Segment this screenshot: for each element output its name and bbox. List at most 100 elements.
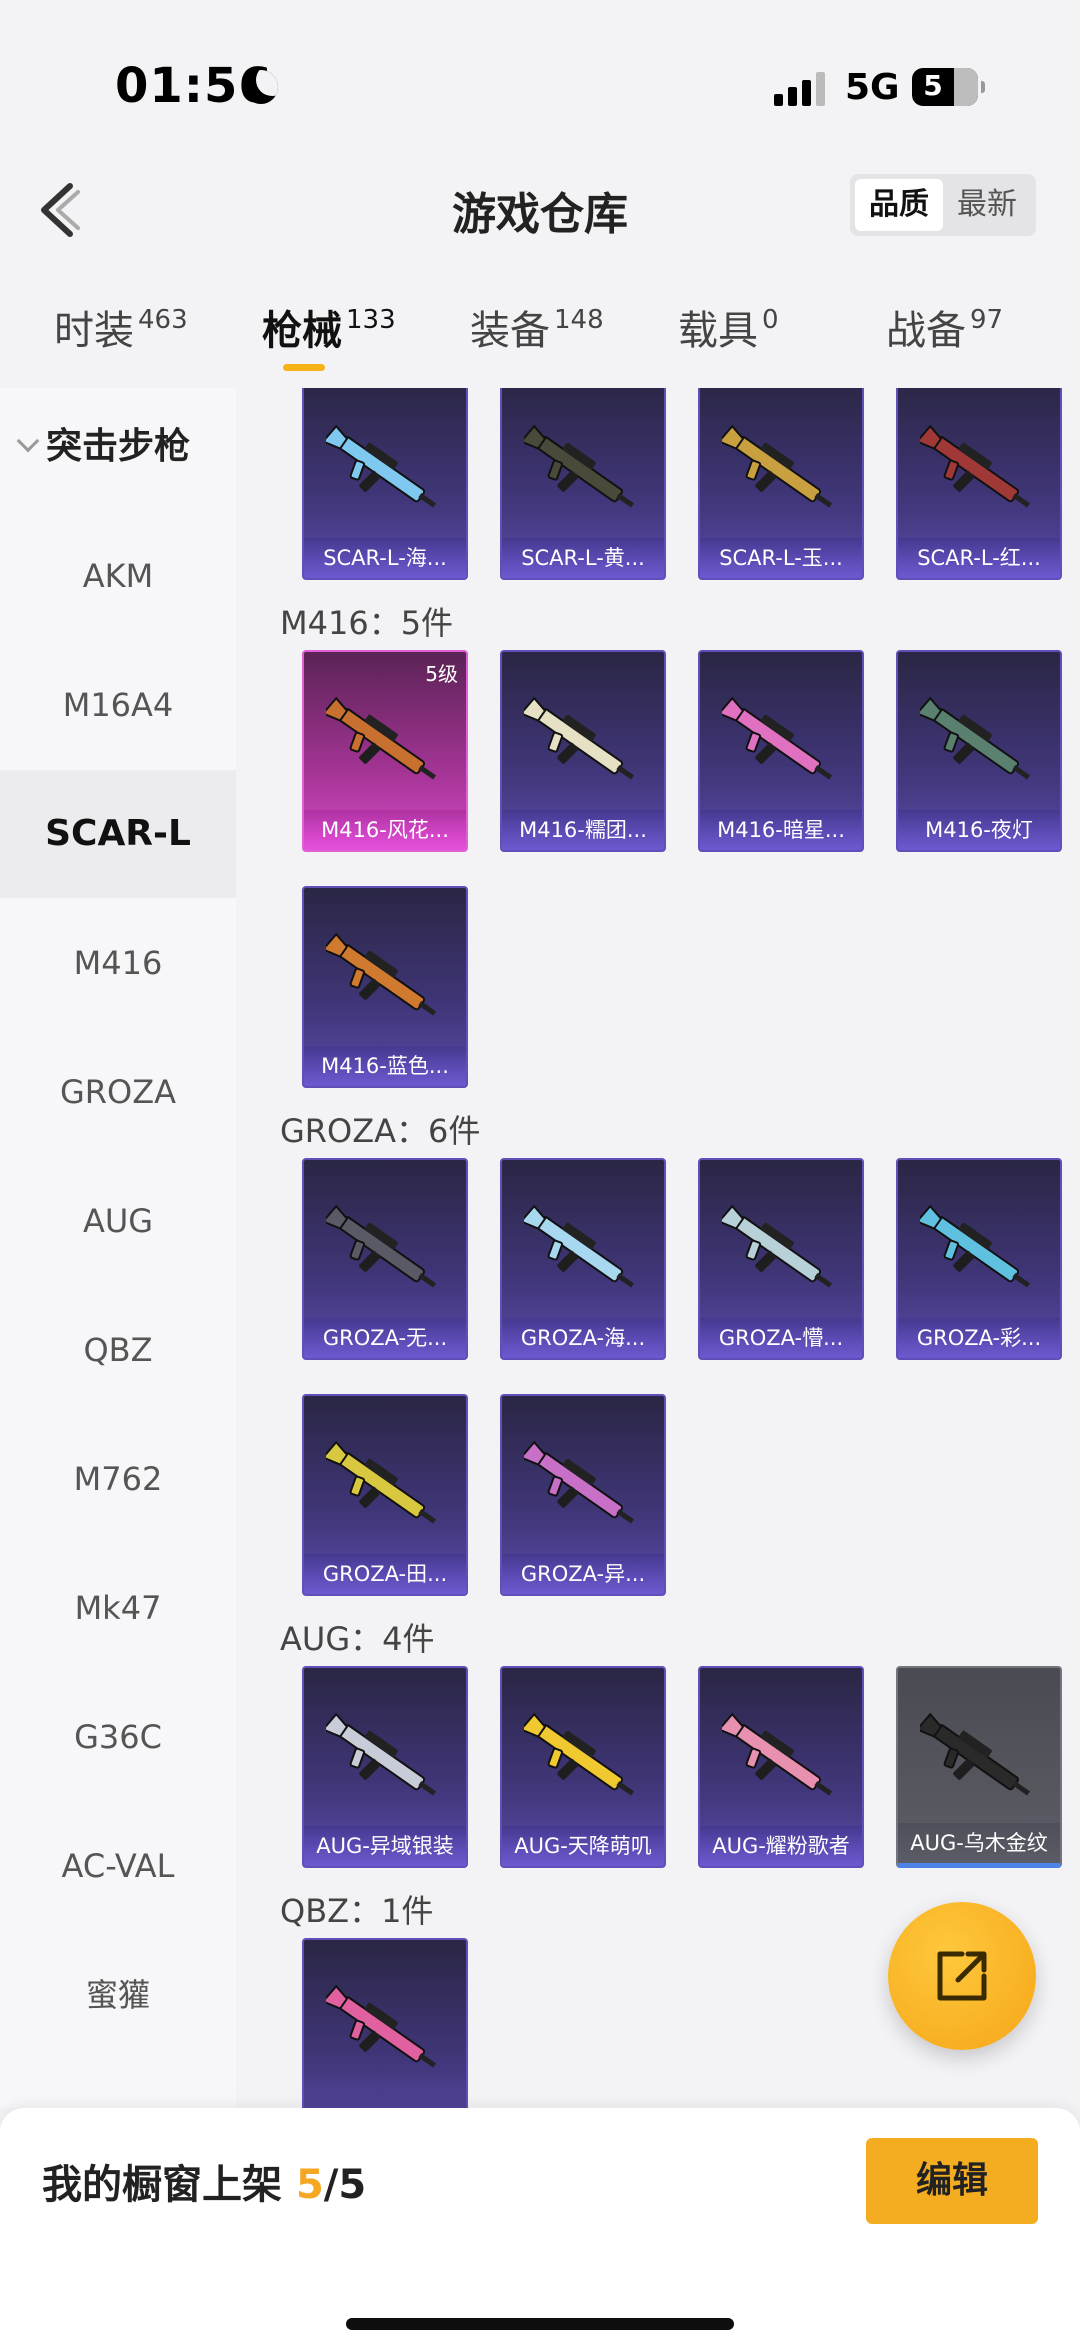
sidebar: 突击步枪 AKM M16A4 SCAR-L M416 GROZA AUG QBZ M762 Mk… [0, 388, 236, 2108]
share-icon [937, 1951, 987, 2001]
tab-label: 装备 [470, 308, 550, 354]
card-name: AUG-乌木金纹 [898, 1823, 1060, 1863]
card-name: GROZA-异... [502, 1554, 664, 1594]
weapon-card[interactable]: AUG-耀粉歌者 [698, 1666, 864, 1868]
sidebar-group-label: 突击步枪 [45, 426, 190, 467]
weapon-card[interactable]: SCAR-L-海... [302, 388, 468, 580]
card-name: AUG-耀粉歌者 [700, 1826, 862, 1866]
rifle-icon [722, 1712, 832, 1796]
showcase-total: /5 [323, 2162, 367, 2208]
weapon-card[interactable]: SCAR-L-黄... [500, 388, 666, 580]
weapon-card[interactable]: 5级 M416-风花... [302, 650, 468, 852]
weapon-card[interactable]: M416-蓝色... [302, 886, 468, 1088]
edit-button[interactable]: 编辑 [866, 2138, 1038, 2224]
sidebar-item[interactable]: Mk47 [0, 1544, 236, 1672]
weapon-card[interactable]: GROZA-异... [500, 1394, 666, 1596]
tab-count: 463 [138, 305, 188, 335]
weapon-card[interactable]: GROZA-田... [302, 1394, 468, 1596]
rifle-icon [326, 932, 436, 1016]
card-name: SCAR-L-红... [898, 538, 1060, 578]
weapon-card[interactable]: SCAR-L-玉... [698, 388, 864, 580]
rifle-icon [920, 424, 1030, 508]
weapon-card[interactable]: M416-糯团... [500, 650, 666, 852]
sidebar-item[interactable]: AKM [0, 512, 236, 640]
tab-label: 载具 [678, 308, 758, 354]
card-name: M416-暗星... [700, 810, 862, 850]
showcase-status: 我的橱窗上架 5/5 [42, 2152, 366, 2210]
tab-supplies[interactable]: 战备 97 [886, 298, 1003, 356]
sidebar-item[interactable]: 蜜獾 [0, 1931, 236, 2059]
card-name: GROZA-彩... [898, 1318, 1060, 1358]
home-indicator [346, 2318, 734, 2330]
sidebar-item[interactable]: M762 [0, 1415, 236, 1543]
weapon-card[interactable]: GROZA-无... [302, 1158, 468, 1360]
card-name: SCAR-L-玉... [700, 538, 862, 578]
sidebar-item[interactable]: QBZ [0, 1286, 236, 1414]
sidebar-item[interactable]: AUG [0, 1157, 236, 1285]
card-name: GROZA-无... [304, 1318, 466, 1358]
sort-option-newest[interactable]: 最新 [943, 179, 1031, 231]
weapon-grid: SCAR-L-海... SCAR-L-黄... SCAR-L-玉... SCAR-L-… [236, 388, 1080, 2108]
weapon-card[interactable]: M416-暗星... [698, 650, 864, 852]
card-name: SCAR-L-黄... [502, 538, 664, 578]
share-button[interactable] [888, 1902, 1036, 2050]
tab-count: 133 [346, 305, 396, 335]
weapon-card[interactable]: GROZA-彩... [896, 1158, 1062, 1360]
rifle-icon [920, 1712, 1030, 1796]
rifle-icon [326, 1204, 436, 1288]
tab-vehicles[interactable]: 载具 0 [678, 298, 779, 356]
tab-equipment[interactable]: 装备 148 [470, 298, 604, 356]
rifle-icon [326, 696, 436, 780]
bottom-bar: 我的橱窗上架 5/5 编辑 [0, 2108, 1080, 2348]
card-name: GROZA-田... [304, 1554, 466, 1594]
moon-icon [244, 70, 278, 104]
section-label: M416：5件 [280, 604, 454, 642]
tab-label: 枪械 [262, 308, 342, 354]
tab-firearms[interactable]: 枪械 133 [262, 298, 396, 356]
sort-option-quality[interactable]: 品质 [855, 179, 943, 231]
rifle-icon [326, 1440, 436, 1524]
rifle-icon [326, 424, 436, 508]
card-name: M416-蓝色... [304, 1046, 466, 1086]
card-name: SCAR-L-海... [304, 538, 466, 578]
rifle-icon [722, 696, 832, 780]
weapon-card[interactable]: AUG-天降萌叽 [500, 1666, 666, 1868]
tab-label: 时装 [54, 308, 134, 354]
weapon-card[interactable]: AUG-乌木金纹 [896, 1666, 1062, 1868]
chevron-down-icon [16, 429, 40, 453]
section-label: QBZ：1件 [280, 1892, 434, 1930]
weapon-card[interactable]: M416-夜灯 [896, 650, 1062, 852]
tab-label: 战备 [886, 308, 966, 354]
card-level-badge: 5级 [425, 662, 458, 686]
signal-icon [774, 72, 828, 106]
tab-count: 148 [554, 305, 604, 335]
rifle-icon [920, 696, 1030, 780]
weapon-card[interactable]: AUG-异域银装 [302, 1666, 468, 1868]
weapon-card[interactable]: SCAR-L-红... [896, 388, 1062, 580]
card-name: M416-风花... [304, 810, 466, 850]
card-name: AUG-异域银装 [304, 1826, 466, 1866]
rifle-icon [722, 424, 832, 508]
sidebar-item[interactable]: G36C [0, 1673, 236, 1801]
card-name: M416-夜灯 [898, 810, 1060, 850]
sidebar-item[interactable]: SCAR-L [0, 770, 236, 898]
sidebar-item[interactable]: M416 [0, 899, 236, 1027]
section-label: AUG：4件 [280, 1620, 435, 1658]
rifle-icon [524, 1204, 634, 1288]
sidebar-group-assault-rifles[interactable]: 突击步枪 [0, 388, 236, 511]
sidebar-item[interactable]: GROZA [0, 1028, 236, 1156]
card-name: AUG-天降萌叽 [502, 1826, 664, 1866]
weapon-card[interactable] [302, 1938, 468, 2108]
showcase-count: 5 [295, 2162, 324, 2208]
battery-level: 5 [923, 69, 943, 102]
rifle-icon [524, 696, 634, 780]
weapon-card[interactable]: GROZA-海... [500, 1158, 666, 1360]
sidebar-item[interactable]: AC-VAL [0, 1802, 236, 1930]
rifle-icon [920, 1204, 1030, 1288]
tab-fashion[interactable]: 时装 463 [54, 298, 188, 356]
rifle-icon [326, 1712, 436, 1796]
tab-count: 97 [970, 305, 1004, 335]
sidebar-item[interactable]: M16A4 [0, 641, 236, 769]
weapon-card[interactable]: GROZA-懵... [698, 1158, 864, 1360]
active-tab-indicator [283, 364, 325, 371]
